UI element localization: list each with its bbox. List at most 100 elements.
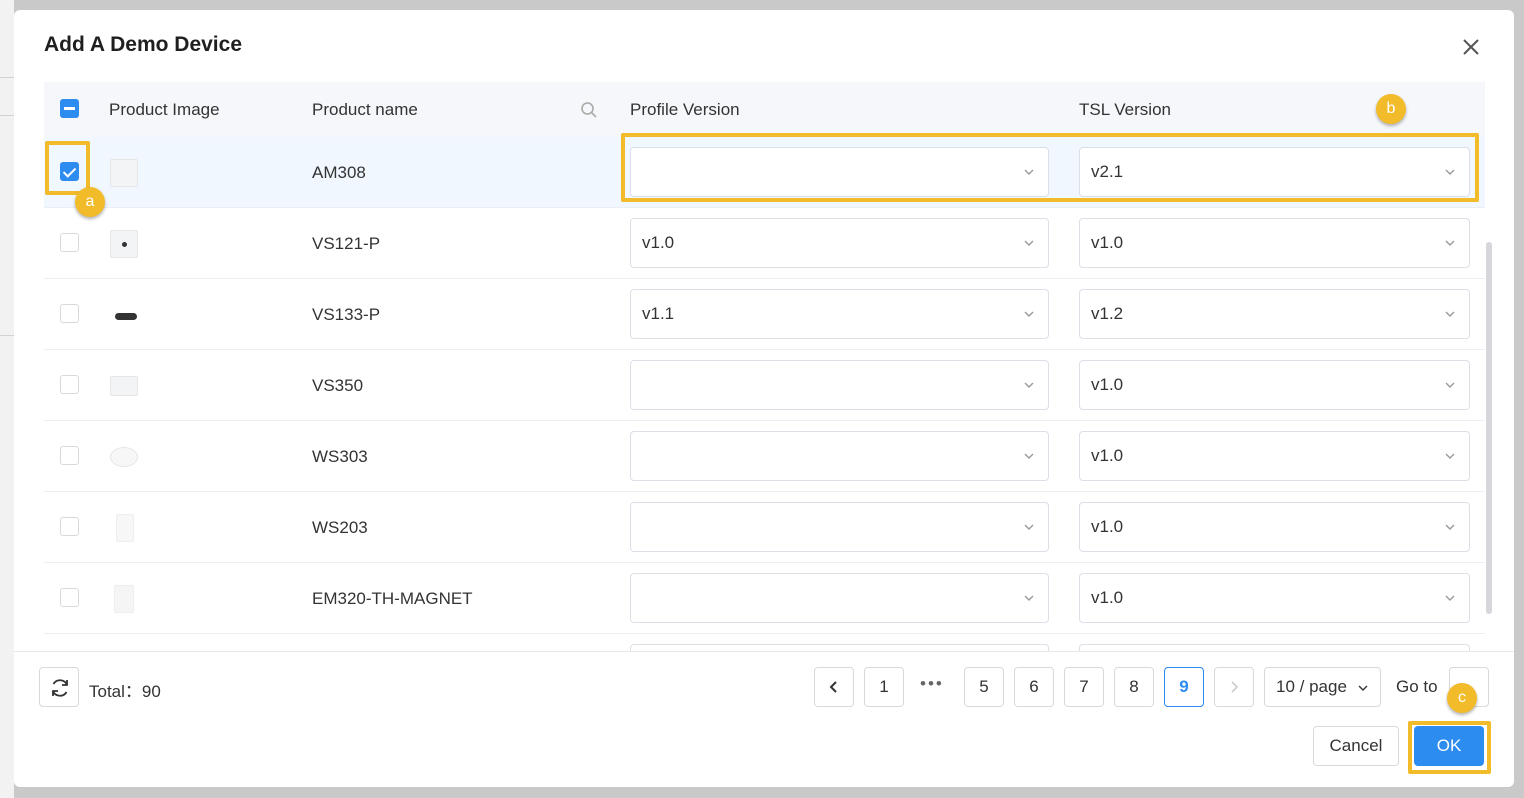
row-checkbox[interactable] xyxy=(60,588,79,607)
chevron-down-icon xyxy=(1445,453,1455,459)
chevron-down-icon xyxy=(1358,685,1368,691)
select-all-checkbox[interactable] xyxy=(60,99,79,118)
chevron-down-icon xyxy=(1024,311,1034,317)
table-row: VS133-P v1.1 v1.2 xyxy=(44,279,1485,350)
dialog-title: Add A Demo Device xyxy=(44,33,242,56)
prev-page-button[interactable] xyxy=(814,667,854,707)
page-7-button[interactable]: 7 xyxy=(1064,667,1104,707)
table-row: WS203 v1.0 xyxy=(44,492,1485,563)
chevron-down-icon xyxy=(1024,382,1034,388)
annotation-badge-c: c xyxy=(1447,683,1477,713)
product-name: VS350 xyxy=(312,376,364,395)
annotation-badge-a: a xyxy=(75,187,105,217)
profile-version-select[interactable] xyxy=(630,431,1049,481)
page-size-value: 10 / page xyxy=(1276,677,1347,696)
profile-version-select[interactable] xyxy=(630,147,1049,197)
refresh-button[interactable] xyxy=(39,667,79,707)
table-row: EM320-TH-MAGNET v1.0 xyxy=(44,563,1485,634)
product-image xyxy=(110,301,138,329)
chevron-down-icon xyxy=(1445,524,1455,530)
product-name: VS133-P xyxy=(312,305,381,324)
total-label: Total： xyxy=(89,682,142,701)
next-page-button[interactable] xyxy=(1214,667,1254,707)
page-5-button[interactable]: 5 xyxy=(964,667,1004,707)
tsl-version-value: v1.0 xyxy=(1091,517,1124,536)
product-name: AM308 xyxy=(312,163,366,182)
page-1-button[interactable]: 1 xyxy=(864,667,904,707)
refresh-icon xyxy=(52,679,68,697)
background-divider xyxy=(0,77,14,78)
profile-version-select[interactable] xyxy=(630,644,1049,651)
annotation-badge-b: b xyxy=(1376,94,1406,124)
page-8-button[interactable]: 8 xyxy=(1114,667,1154,707)
row-checkbox[interactable] xyxy=(60,304,79,323)
profile-version-value: v1.1 xyxy=(642,304,675,323)
pagination-ellipsis[interactable]: ••• xyxy=(920,674,944,694)
chevron-down-icon xyxy=(1445,382,1455,388)
product-name: WS203 xyxy=(312,518,368,537)
goto-label: Go to xyxy=(1396,677,1438,696)
profile-version-select[interactable] xyxy=(630,502,1049,552)
tsl-version-select[interactable]: v2.1 xyxy=(1079,147,1470,197)
tsl-version-select[interactable]: v1.0 xyxy=(1079,431,1470,481)
page-9-button[interactable]: 9 xyxy=(1164,667,1204,707)
page-size-select[interactable]: 10 / page xyxy=(1264,667,1381,707)
table-row xyxy=(44,634,1485,651)
table-row: VS350 v1.0 xyxy=(44,350,1485,421)
row-checkbox[interactable] xyxy=(60,162,79,181)
table-row: WS303 v1.0 xyxy=(44,421,1485,492)
page-6-button[interactable]: 6 xyxy=(1014,667,1054,707)
chevron-down-icon xyxy=(1024,169,1034,175)
footer-divider xyxy=(14,651,1514,652)
header-product-name: Product name xyxy=(312,100,418,119)
profile-version-select[interactable]: v1.1 xyxy=(630,289,1049,339)
tsl-version-select[interactable]: v1.0 xyxy=(1079,502,1470,552)
product-image xyxy=(110,230,138,258)
product-image xyxy=(110,159,138,187)
table-row: VS121-P v1.0 v1.0 xyxy=(44,208,1485,279)
chevron-down-icon xyxy=(1445,169,1455,175)
total-value: 90 xyxy=(141,682,161,701)
tsl-version-select[interactable]: v1.0 xyxy=(1079,218,1470,268)
cancel-button[interactable]: Cancel xyxy=(1313,726,1399,766)
chevron-down-icon xyxy=(1445,240,1455,246)
device-table-body: AM308 v2.1 VS121-P v1.0 v1.0 VS133-P v1.… xyxy=(44,137,1485,651)
header-tsl-version: TSL Version xyxy=(1079,100,1171,119)
product-name: WS303 xyxy=(312,447,368,466)
row-checkbox[interactable] xyxy=(60,517,79,536)
product-image xyxy=(110,376,138,396)
profile-version-select[interactable] xyxy=(630,360,1049,410)
chevron-left-icon xyxy=(829,681,837,693)
tsl-version-select[interactable]: v1.2 xyxy=(1079,289,1470,339)
product-image xyxy=(114,585,134,613)
row-checkbox[interactable] xyxy=(60,233,79,252)
profile-version-select[interactable] xyxy=(630,573,1049,623)
tsl-version-value: v1.0 xyxy=(1091,446,1124,465)
product-name: VS121-P xyxy=(312,234,381,253)
chevron-down-icon xyxy=(1024,453,1034,459)
product-image xyxy=(116,514,134,542)
row-checkbox[interactable] xyxy=(60,375,79,394)
profile-version-select[interactable]: v1.0 xyxy=(630,218,1049,268)
chevron-down-icon xyxy=(1024,595,1034,601)
close-icon[interactable] xyxy=(1460,36,1482,58)
total-count: Total：90 xyxy=(89,677,161,702)
table-scrollbar[interactable] xyxy=(1486,242,1492,614)
chevron-right-icon xyxy=(1231,681,1239,693)
chevron-down-icon xyxy=(1445,595,1455,601)
table-row: AM308 v2.1 xyxy=(44,137,1485,208)
product-name: EM320-TH-MAGNET xyxy=(312,589,473,608)
background-divider xyxy=(0,115,14,116)
background-page-edge xyxy=(0,0,14,798)
chevron-down-icon xyxy=(1445,311,1455,317)
table-header: Product Image Product name Profile Versi… xyxy=(44,82,1485,137)
search-icon[interactable] xyxy=(580,101,598,119)
tsl-version-select[interactable] xyxy=(1079,644,1470,651)
tsl-version-value: v1.0 xyxy=(1091,375,1124,394)
product-image xyxy=(110,447,138,467)
row-checkbox[interactable] xyxy=(60,446,79,465)
tsl-version-select[interactable]: v1.0 xyxy=(1079,360,1470,410)
tsl-version-value: v1.0 xyxy=(1091,588,1124,607)
tsl-version-select[interactable]: v1.0 xyxy=(1079,573,1470,623)
ok-button[interactable]: OK xyxy=(1414,726,1484,766)
